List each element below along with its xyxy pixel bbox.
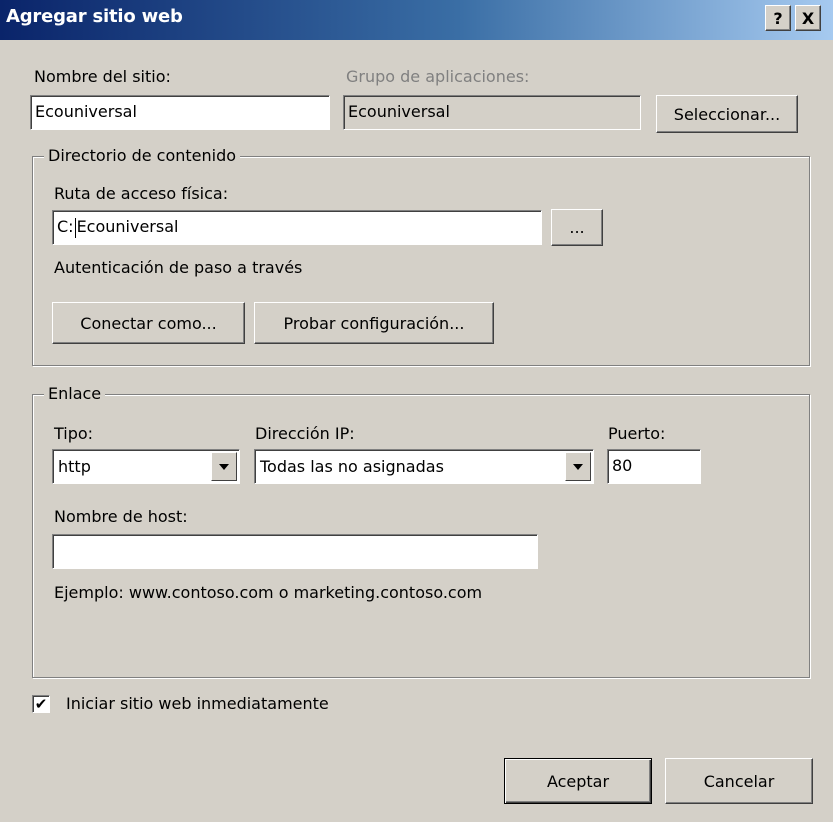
site-name-label: Nombre del sitio: [34,67,171,86]
path-prefix: C: [57,217,74,236]
title-bar[interactable]: Agregar sitio web ? X [0,0,833,40]
ip-select-value: Todas las no asignadas [260,457,444,476]
cancel-button[interactable]: Cancelar [665,758,813,804]
text-caret [74,217,76,238]
type-select-value: http [58,457,91,476]
close-button[interactable]: X [795,5,821,31]
port-input[interactable]: 80 [607,449,701,484]
ip-address-select[interactable]: Todas las no asignadas [254,449,594,484]
host-name-label: Nombre de host: [54,507,188,526]
host-name-input[interactable] [52,534,538,569]
app-pool-field: Ecouniversal [343,95,641,130]
port-label: Puerto: [608,424,666,443]
start-immediately-checkbox[interactable]: ✔ [32,695,50,713]
binding-legend: Enlace [44,384,106,403]
site-name-input[interactable]: Ecouniversal [30,95,330,130]
chevron-down-icon[interactable] [565,452,591,481]
ok-button[interactable]: Aceptar [504,758,652,804]
type-select[interactable]: http [52,449,240,484]
connect-as-button[interactable]: Conectar como... [52,302,245,344]
test-settings-button[interactable]: Probar configuración... [254,302,494,344]
start-immediately-label[interactable]: Iniciar sitio web inmediatamente [66,694,329,713]
ip-address-label: Dirección IP: [255,424,355,443]
select-app-pool-button[interactable]: Seleccionar... [656,95,798,133]
passthrough-auth-label: Autenticación de paso a través [54,258,303,277]
help-button[interactable]: ? [765,5,791,31]
path-rest: Ecouniversal [76,217,179,236]
physical-path-label: Ruta de acceso física: [54,184,229,203]
checkmark-icon: ✔ [34,694,48,713]
app-pool-label: Grupo de aplicaciones: [346,67,530,86]
browse-button[interactable]: ... [551,209,603,246]
content-directory-legend: Directorio de contenido [44,146,241,165]
host-example-text: Ejemplo: www.contoso.com o marketing.con… [54,583,483,602]
window-title: Agregar sitio web [6,6,183,27]
add-website-dialog: Agregar sitio web ? X Nombre del sitio: … [0,0,833,822]
physical-path-input[interactable]: C: Ecouniversal [52,210,542,245]
type-label: Tipo: [54,424,94,443]
chevron-down-icon[interactable] [211,452,237,481]
